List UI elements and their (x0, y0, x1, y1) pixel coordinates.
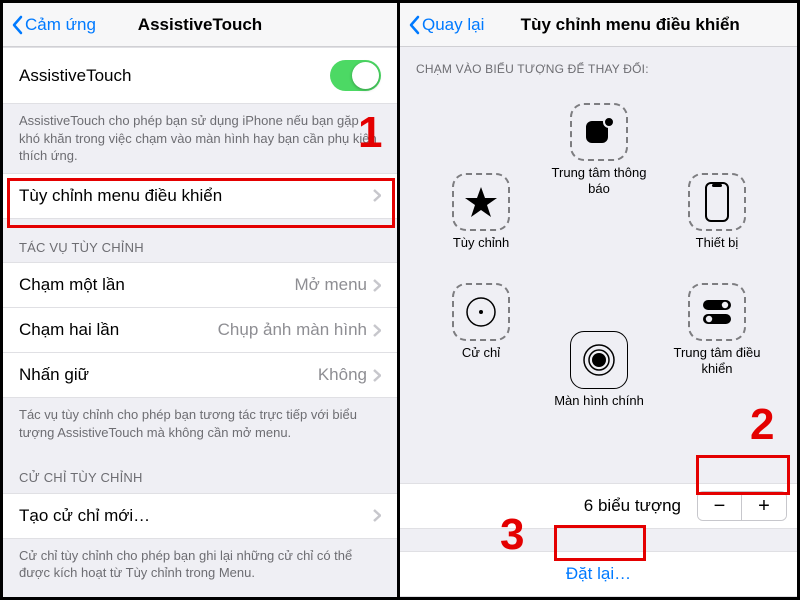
label-control-center: Trung tâm điều khiển (662, 345, 772, 376)
gesture-icon (464, 295, 498, 329)
desc-custom-actions: Tác vụ tùy chỉnh cho phép bạn tương tác … (3, 398, 397, 449)
desc-assistivetouch: AssistiveTouch cho phép bạn sử dụng iPho… (3, 104, 397, 173)
back-button-left[interactable]: Cảm ứng (11, 15, 96, 35)
annotation-number-2: 2 (750, 400, 774, 450)
device-icon (704, 181, 730, 223)
icon-notification-center[interactable] (570, 103, 628, 161)
chevron-left-icon (11, 15, 23, 35)
chevron-right-icon (373, 279, 381, 292)
home-icon (581, 342, 617, 378)
annotation-number-3: 3 (500, 510, 524, 560)
nav-title-right: Tùy chỉnh menu điều khiển (521, 15, 740, 35)
icon-control-center[interactable] (688, 283, 746, 341)
create-gesture-row[interactable]: Tạo cử chỉ mới… (3, 493, 397, 539)
double-tap-value: Chụp ảnh màn hình (218, 320, 367, 340)
back-label-right: Quay lại (422, 15, 484, 35)
label-custom: Tùy chỉnh (426, 235, 536, 251)
stepper-plus-button[interactable]: + (742, 492, 786, 520)
icon-gestures[interactable] (452, 283, 510, 341)
desc-gestures: Cử chỉ tùy chỉnh cho phép bạn ghi lại nh… (3, 539, 397, 590)
double-tap-label: Chạm hai lần (19, 320, 119, 340)
star-icon (464, 185, 498, 219)
label-home: Màn hình chính (544, 393, 654, 409)
control-center-icon (699, 297, 735, 327)
chevron-right-icon (373, 189, 381, 202)
assistivetouch-toggle-row[interactable]: AssistiveTouch (3, 47, 397, 104)
create-gesture-label: Tạo cử chỉ mới… (19, 506, 150, 526)
single-tap-label: Chạm một lần (19, 275, 125, 295)
icon-device[interactable] (688, 173, 746, 231)
reset-row[interactable]: Đặt lại… (400, 551, 797, 597)
stepper-minus-button[interactable]: − (698, 492, 742, 520)
label-notification-center: Trung tâm thông báo (544, 165, 654, 196)
chevron-right-icon (373, 369, 381, 382)
icon-custom[interactable] (452, 173, 510, 231)
single-tap-value: Mở menu (294, 275, 367, 295)
notification-icon (581, 114, 617, 150)
icon-home[interactable] (570, 331, 628, 389)
back-label: Cảm ứng (25, 15, 96, 35)
icon-count-text: 6 biểu tượng (400, 496, 697, 516)
chevron-right-icon (373, 324, 381, 337)
icon-grid: Trung tâm thông báo Tùy chỉnh Thiết bị (400, 83, 797, 483)
label-device: Thiết bị (662, 235, 772, 251)
chevron-right-icon (373, 509, 381, 522)
label-gestures: Cử chỉ (426, 345, 536, 361)
section-custom-gestures: CỬ CHỈ TÙY CHỈNH (3, 449, 397, 493)
long-press-label: Nhấn giữ (19, 365, 89, 385)
customize-menu-row[interactable]: Tùy chỉnh menu điều khiển (3, 173, 397, 219)
long-press-value: Không (318, 365, 367, 385)
double-tap-row[interactable]: Chạm hai lần Chụp ảnh màn hình (3, 308, 397, 353)
hint-tap-to-change: CHẠM VÀO BIỂU TƯỢNG ĐỂ THAY ĐỔI: (400, 47, 797, 83)
toggle-label: AssistiveTouch (19, 66, 131, 86)
long-press-row[interactable]: Nhấn giữ Không (3, 353, 397, 398)
chevron-left-icon (408, 15, 420, 35)
nav-bar-left: Cảm ứng AssistiveTouch (3, 3, 397, 47)
annotation-number-1: 1 (358, 108, 382, 158)
reset-link: Đặt lại… (566, 564, 631, 584)
right-panel: Quay lại Tùy chỉnh menu điều khiển CHẠM … (400, 3, 797, 597)
nav-title-left: AssistiveTouch (138, 15, 262, 35)
section-custom-actions: TÁC VỤ TÙY CHỈNH (3, 219, 397, 263)
single-tap-row[interactable]: Chạm một lần Mở menu (3, 262, 397, 308)
icon-count-row: 6 biểu tượng − + (400, 483, 797, 529)
icon-count-stepper: − + (697, 491, 787, 521)
left-panel: Cảm ứng AssistiveTouch AssistiveTouch As… (3, 3, 400, 597)
back-button-right[interactable]: Quay lại (408, 15, 484, 35)
customize-menu-label: Tùy chỉnh menu điều khiển (19, 186, 222, 206)
toggle-switch[interactable] (330, 60, 381, 91)
nav-bar-right: Quay lại Tùy chỉnh menu điều khiển (400, 3, 797, 47)
